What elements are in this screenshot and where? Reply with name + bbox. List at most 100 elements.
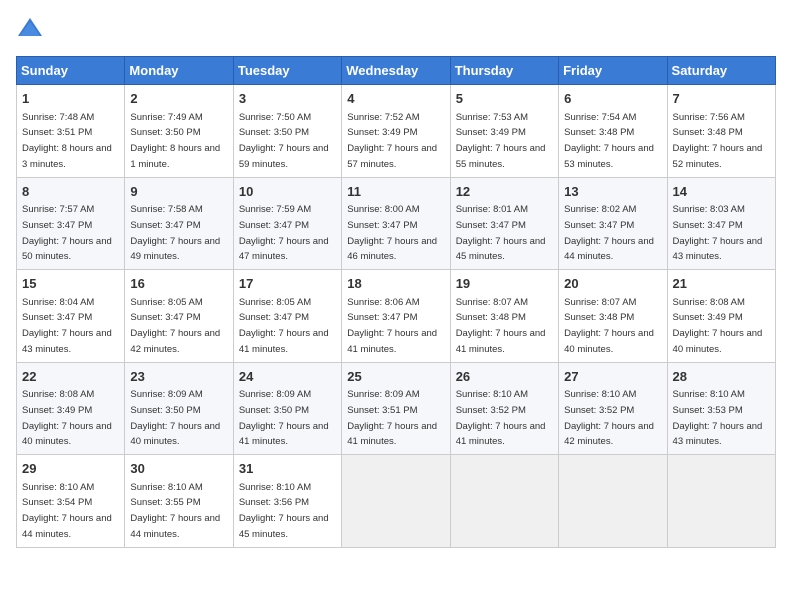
day-number: 23 [130, 367, 227, 387]
day-info: Sunrise: 8:09 AMSunset: 3:50 PMDaylight:… [130, 389, 220, 447]
calendar-cell: 18 Sunrise: 8:06 AMSunset: 3:47 PMDayligh… [342, 270, 450, 363]
day-info: Sunrise: 8:00 AMSunset: 3:47 PMDaylight:… [347, 204, 437, 262]
day-number: 27 [564, 367, 661, 387]
calendar-cell: 9Sunrise: 7:58 AMSunset: 3:47 PMDaylight… [125, 177, 233, 270]
calendar-cell: 5 Sunrise: 7:53 AMSunset: 3:49 PMDaylight… [450, 85, 558, 178]
day-info: Sunrise: 8:10 AMSunset: 3:52 PMDaylight:… [456, 389, 546, 447]
weekday-wednesday: Wednesday [342, 57, 450, 85]
day-number: 31 [239, 459, 336, 479]
day-info: Sunrise: 8:07 AMSunset: 3:48 PMDaylight:… [564, 297, 654, 355]
day-info: Sunrise: 7:52 AMSunset: 3:49 PMDaylight:… [347, 112, 437, 170]
day-info: Sunrise: 8:05 AMSunset: 3:47 PMDaylight:… [239, 297, 329, 355]
day-info: Sunrise: 8:10 AMSunset: 3:56 PMDaylight:… [239, 482, 329, 540]
day-number: 13 [564, 182, 661, 202]
calendar-body: 1Sunrise: 7:48 AMSunset: 3:51 PMDaylight… [17, 85, 776, 548]
day-info: Sunrise: 8:01 AMSunset: 3:47 PMDaylight:… [456, 204, 546, 262]
day-number: 29 [22, 459, 119, 479]
day-number: 10 [239, 182, 336, 202]
day-info: Sunrise: 7:59 AMSunset: 3:47 PMDaylight:… [239, 204, 329, 262]
day-info: Sunrise: 8:06 AMSunset: 3:47 PMDaylight:… [347, 297, 437, 355]
calendar-cell: 29 Sunrise: 8:10 AMSunset: 3:54 PMDayligh… [17, 455, 125, 548]
calendar-cell: 27Sunrise: 8:10 AMSunset: 3:52 PMDayligh… [559, 362, 667, 455]
day-info: Sunrise: 7:49 AMSunset: 3:50 PMDaylight:… [130, 112, 220, 170]
week-row-5: 29 Sunrise: 8:10 AMSunset: 3:54 PMDayligh… [17, 455, 776, 548]
calendar-cell: 31 Sunrise: 8:10 AMSunset: 3:56 PMDayligh… [233, 455, 341, 548]
calendar-cell: 30 Sunrise: 8:10 AMSunset: 3:55 PMDayligh… [125, 455, 233, 548]
day-number: 18 [347, 274, 444, 294]
day-number: 3 [239, 89, 336, 109]
weekday-header: SundayMondayTuesdayWednesdayThursdayFrid… [17, 57, 776, 85]
day-info: Sunrise: 7:53 AMSunset: 3:49 PMDaylight:… [456, 112, 546, 170]
calendar-cell: 15 Sunrise: 8:04 AMSunset: 3:47 PMDayligh… [17, 270, 125, 363]
day-number: 25 [347, 367, 444, 387]
day-info: Sunrise: 8:08 AMSunset: 3:49 PMDaylight:… [22, 389, 112, 447]
day-info: Sunrise: 8:10 AMSunset: 3:53 PMDaylight:… [673, 389, 763, 447]
day-info: Sunrise: 7:56 AMSunset: 3:48 PMDaylight:… [673, 112, 763, 170]
day-number: 21 [673, 274, 770, 294]
calendar-cell: 24Sunrise: 8:09 AMSunset: 3:50 PMDayligh… [233, 362, 341, 455]
day-number: 24 [239, 367, 336, 387]
day-info: Sunrise: 8:03 AMSunset: 3:47 PMDaylight:… [673, 204, 763, 262]
day-number: 15 [22, 274, 119, 294]
day-number: 12 [456, 182, 553, 202]
day-info: Sunrise: 7:58 AMSunset: 3:47 PMDaylight:… [130, 204, 220, 262]
calendar-cell: 3 Sunrise: 7:50 AMSunset: 3:50 PMDaylight… [233, 85, 341, 178]
calendar-cell: 14Sunrise: 8:03 AMSunset: 3:47 PMDayligh… [667, 177, 775, 270]
calendar-cell: 26Sunrise: 8:10 AMSunset: 3:52 PMDayligh… [450, 362, 558, 455]
week-row-2: 8Sunrise: 7:57 AMSunset: 3:47 PMDaylight… [17, 177, 776, 270]
weekday-monday: Monday [125, 57, 233, 85]
day-number: 22 [22, 367, 119, 387]
page-header [16, 16, 776, 44]
day-info: Sunrise: 8:05 AMSunset: 3:47 PMDaylight:… [130, 297, 220, 355]
day-number: 28 [673, 367, 770, 387]
weekday-saturday: Saturday [667, 57, 775, 85]
calendar-cell: 20 Sunrise: 8:07 AMSunset: 3:48 PMDayligh… [559, 270, 667, 363]
day-number: 1 [22, 89, 119, 109]
day-number: 7 [673, 89, 770, 109]
calendar-cell: 10Sunrise: 7:59 AMSunset: 3:47 PMDayligh… [233, 177, 341, 270]
day-info: Sunrise: 7:50 AMSunset: 3:50 PMDaylight:… [239, 112, 329, 170]
day-number: 19 [456, 274, 553, 294]
calendar-cell [559, 455, 667, 548]
day-info: Sunrise: 7:57 AMSunset: 3:47 PMDaylight:… [22, 204, 112, 262]
day-number: 4 [347, 89, 444, 109]
day-number: 26 [456, 367, 553, 387]
day-number: 30 [130, 459, 227, 479]
day-info: Sunrise: 8:10 AMSunset: 3:52 PMDaylight:… [564, 389, 654, 447]
calendar-cell: 12Sunrise: 8:01 AMSunset: 3:47 PMDayligh… [450, 177, 558, 270]
day-number: 17 [239, 274, 336, 294]
day-number: 6 [564, 89, 661, 109]
day-number: 20 [564, 274, 661, 294]
calendar-cell: 7 Sunrise: 7:56 AMSunset: 3:48 PMDaylight… [667, 85, 775, 178]
day-number: 8 [22, 182, 119, 202]
day-info: Sunrise: 8:02 AMSunset: 3:47 PMDaylight:… [564, 204, 654, 262]
calendar-cell: 21 Sunrise: 8:08 AMSunset: 3:49 PMDayligh… [667, 270, 775, 363]
day-number: 16 [130, 274, 227, 294]
calendar-cell: 8Sunrise: 7:57 AMSunset: 3:47 PMDaylight… [17, 177, 125, 270]
day-info: Sunrise: 8:04 AMSunset: 3:47 PMDaylight:… [22, 297, 112, 355]
day-number: 9 [130, 182, 227, 202]
day-number: 11 [347, 182, 444, 202]
logo [16, 16, 46, 44]
weekday-tuesday: Tuesday [233, 57, 341, 85]
week-row-4: 22Sunrise: 8:08 AMSunset: 3:49 PMDayligh… [17, 362, 776, 455]
calendar-cell [342, 455, 450, 548]
day-info: Sunrise: 8:10 AMSunset: 3:55 PMDaylight:… [130, 482, 220, 540]
calendar-cell: 13Sunrise: 8:02 AMSunset: 3:47 PMDayligh… [559, 177, 667, 270]
calendar-cell: 1Sunrise: 7:48 AMSunset: 3:51 PMDaylight… [17, 85, 125, 178]
day-number: 2 [130, 89, 227, 109]
day-info: Sunrise: 8:09 AMSunset: 3:50 PMDaylight:… [239, 389, 329, 447]
day-number: 5 [456, 89, 553, 109]
calendar-cell: 19 Sunrise: 8:07 AMSunset: 3:48 PMDayligh… [450, 270, 558, 363]
day-info: Sunrise: 8:07 AMSunset: 3:48 PMDaylight:… [456, 297, 546, 355]
calendar-cell [450, 455, 558, 548]
day-info: Sunrise: 8:08 AMSunset: 3:49 PMDaylight:… [673, 297, 763, 355]
calendar-cell [667, 455, 775, 548]
calendar-cell: 11Sunrise: 8:00 AMSunset: 3:47 PMDayligh… [342, 177, 450, 270]
day-info: Sunrise: 8:10 AMSunset: 3:54 PMDaylight:… [22, 482, 112, 540]
calendar-cell: 16 Sunrise: 8:05 AMSunset: 3:47 PMDayligh… [125, 270, 233, 363]
calendar-cell: 2 Sunrise: 7:49 AMSunset: 3:50 PMDaylight… [125, 85, 233, 178]
calendar-cell: 23Sunrise: 8:09 AMSunset: 3:50 PMDayligh… [125, 362, 233, 455]
calendar: SundayMondayTuesdayWednesdayThursdayFrid… [16, 56, 776, 548]
calendar-cell: 25Sunrise: 8:09 AMSunset: 3:51 PMDayligh… [342, 362, 450, 455]
